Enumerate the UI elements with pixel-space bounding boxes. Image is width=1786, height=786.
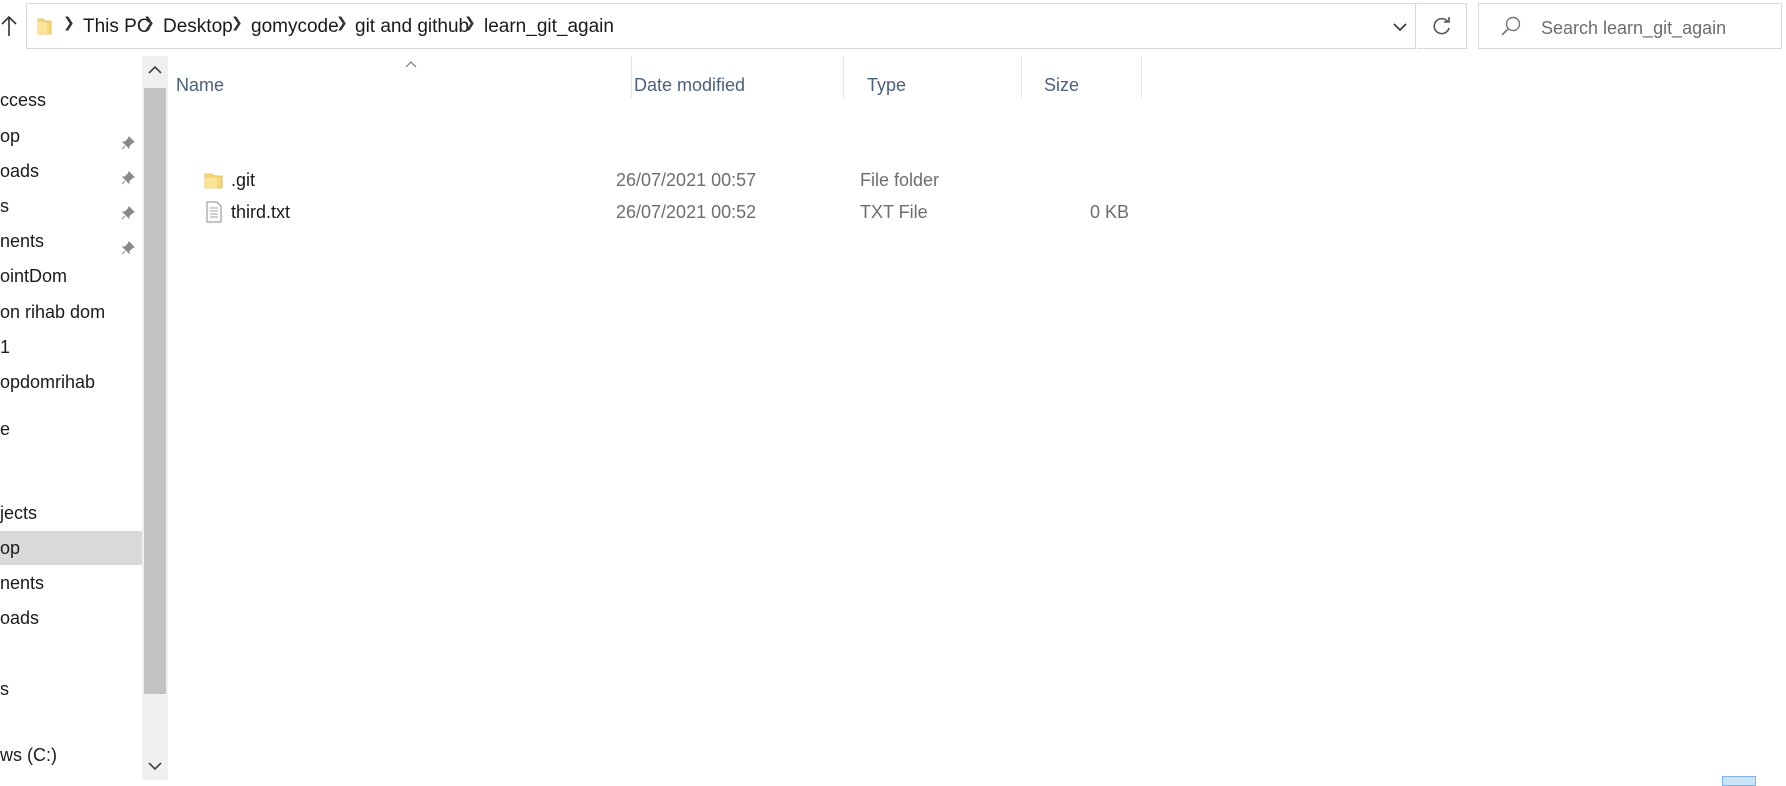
view-toggle-icon[interactable] <box>1722 776 1756 786</box>
nav-item[interactable]: jects <box>0 496 142 530</box>
file-size: 0 KB <box>1089 202 1129 222</box>
chevron-right-icon[interactable]: ❯ <box>63 14 75 31</box>
file-date: 26/07/2021 00:52 <box>616 202 757 222</box>
breadcrumb-gomycode[interactable]: gomycode <box>251 16 339 38</box>
up-arrow-icon[interactable] <box>0 14 18 38</box>
column-header-name[interactable]: Name <box>151 64 611 106</box>
file-date: 26/07/2021 00:57 <box>616 170 757 190</box>
search-box[interactable] <box>1478 3 1782 49</box>
folder-icon <box>37 16 53 36</box>
chevron-right-icon[interactable]: ❯ <box>231 14 243 31</box>
nav-item[interactable]: oads <box>0 154 142 188</box>
chevron-right-icon[interactable]: ❯ <box>464 14 476 31</box>
nav-item[interactable]: 1 <box>0 330 142 364</box>
breadcrumb-git-and-github[interactable]: git and github <box>355 16 469 38</box>
pin-icon <box>120 163 136 185</box>
scroll-thumb[interactable] <box>144 88 166 694</box>
nav-item[interactable]: ointDom <box>0 259 142 293</box>
nav-item[interactable]: ws (C:) <box>0 738 142 772</box>
nav-item[interactable]: opdomrihab <box>0 365 142 399</box>
pin-icon <box>120 233 136 255</box>
address-history-dropdown[interactable] <box>1386 14 1414 40</box>
column-divider[interactable] <box>1141 56 1142 98</box>
nav-scrollbar[interactable] <box>142 56 168 780</box>
file-list: Name Date modified Type Size .git 26/07/… <box>176 56 1786 782</box>
nav-item[interactable]: oads <box>0 601 142 635</box>
text-file-icon <box>203 201 225 223</box>
chevron-right-icon[interactable]: ❯ <box>143 14 155 31</box>
pin-icon <box>120 198 136 220</box>
nav-item[interactable]: s <box>0 189 142 223</box>
search-input[interactable] <box>1539 14 1773 42</box>
nav-item[interactable]: nents <box>0 224 142 258</box>
column-header-type[interactable]: Type <box>842 64 1021 106</box>
refresh-icon <box>1433 17 1450 35</box>
nav-item[interactable]: nents <box>0 566 142 600</box>
column-header-date-modified[interactable]: Date modified <box>609 64 842 106</box>
nav-item[interactable]: on rihab dom <box>0 295 142 329</box>
file-name: third.txt <box>231 202 291 222</box>
nav-item[interactable]: ccess <box>0 83 142 117</box>
pin-icon <box>120 128 136 150</box>
scroll-down-icon[interactable] <box>142 752 168 780</box>
chevron-down-icon <box>1393 23 1407 32</box>
file-name: .git <box>231 170 256 190</box>
file-type: File folder <box>860 170 940 190</box>
nav-item[interactable]: s <box>0 672 142 706</box>
chevron-right-icon[interactable]: ❯ <box>336 14 348 31</box>
refresh-button[interactable] <box>1417 3 1467 49</box>
column-header-size[interactable]: Size <box>1019 64 1141 106</box>
breadcrumb-desktop[interactable]: Desktop <box>163 16 233 38</box>
file-row[interactable]: .git 26/07/2021 00:57 File folder <box>176 164 1236 196</box>
address-bar[interactable]: ❯ This PC ❯ Desktop ❯ gomycode ❯ git and… <box>26 3 1416 49</box>
nav-item-selected[interactable]: op <box>0 531 142 565</box>
breadcrumb-learn-git-again[interactable]: learn_git_again <box>484 16 614 38</box>
search-icon <box>1499 15 1523 39</box>
file-type: TXT File <box>860 202 928 222</box>
nav-item[interactable]: e <box>0 412 142 446</box>
navigation-pane: ccess op oads s nents ointDom on rihab d… <box>0 56 142 782</box>
folder-icon <box>203 169 225 191</box>
nav-item[interactable]: op <box>0 119 142 153</box>
file-row[interactable]: third.txt 26/07/2021 00:52 TXT File 0 KB <box>176 196 1236 228</box>
breadcrumb-this-pc[interactable]: This PC <box>83 16 151 38</box>
